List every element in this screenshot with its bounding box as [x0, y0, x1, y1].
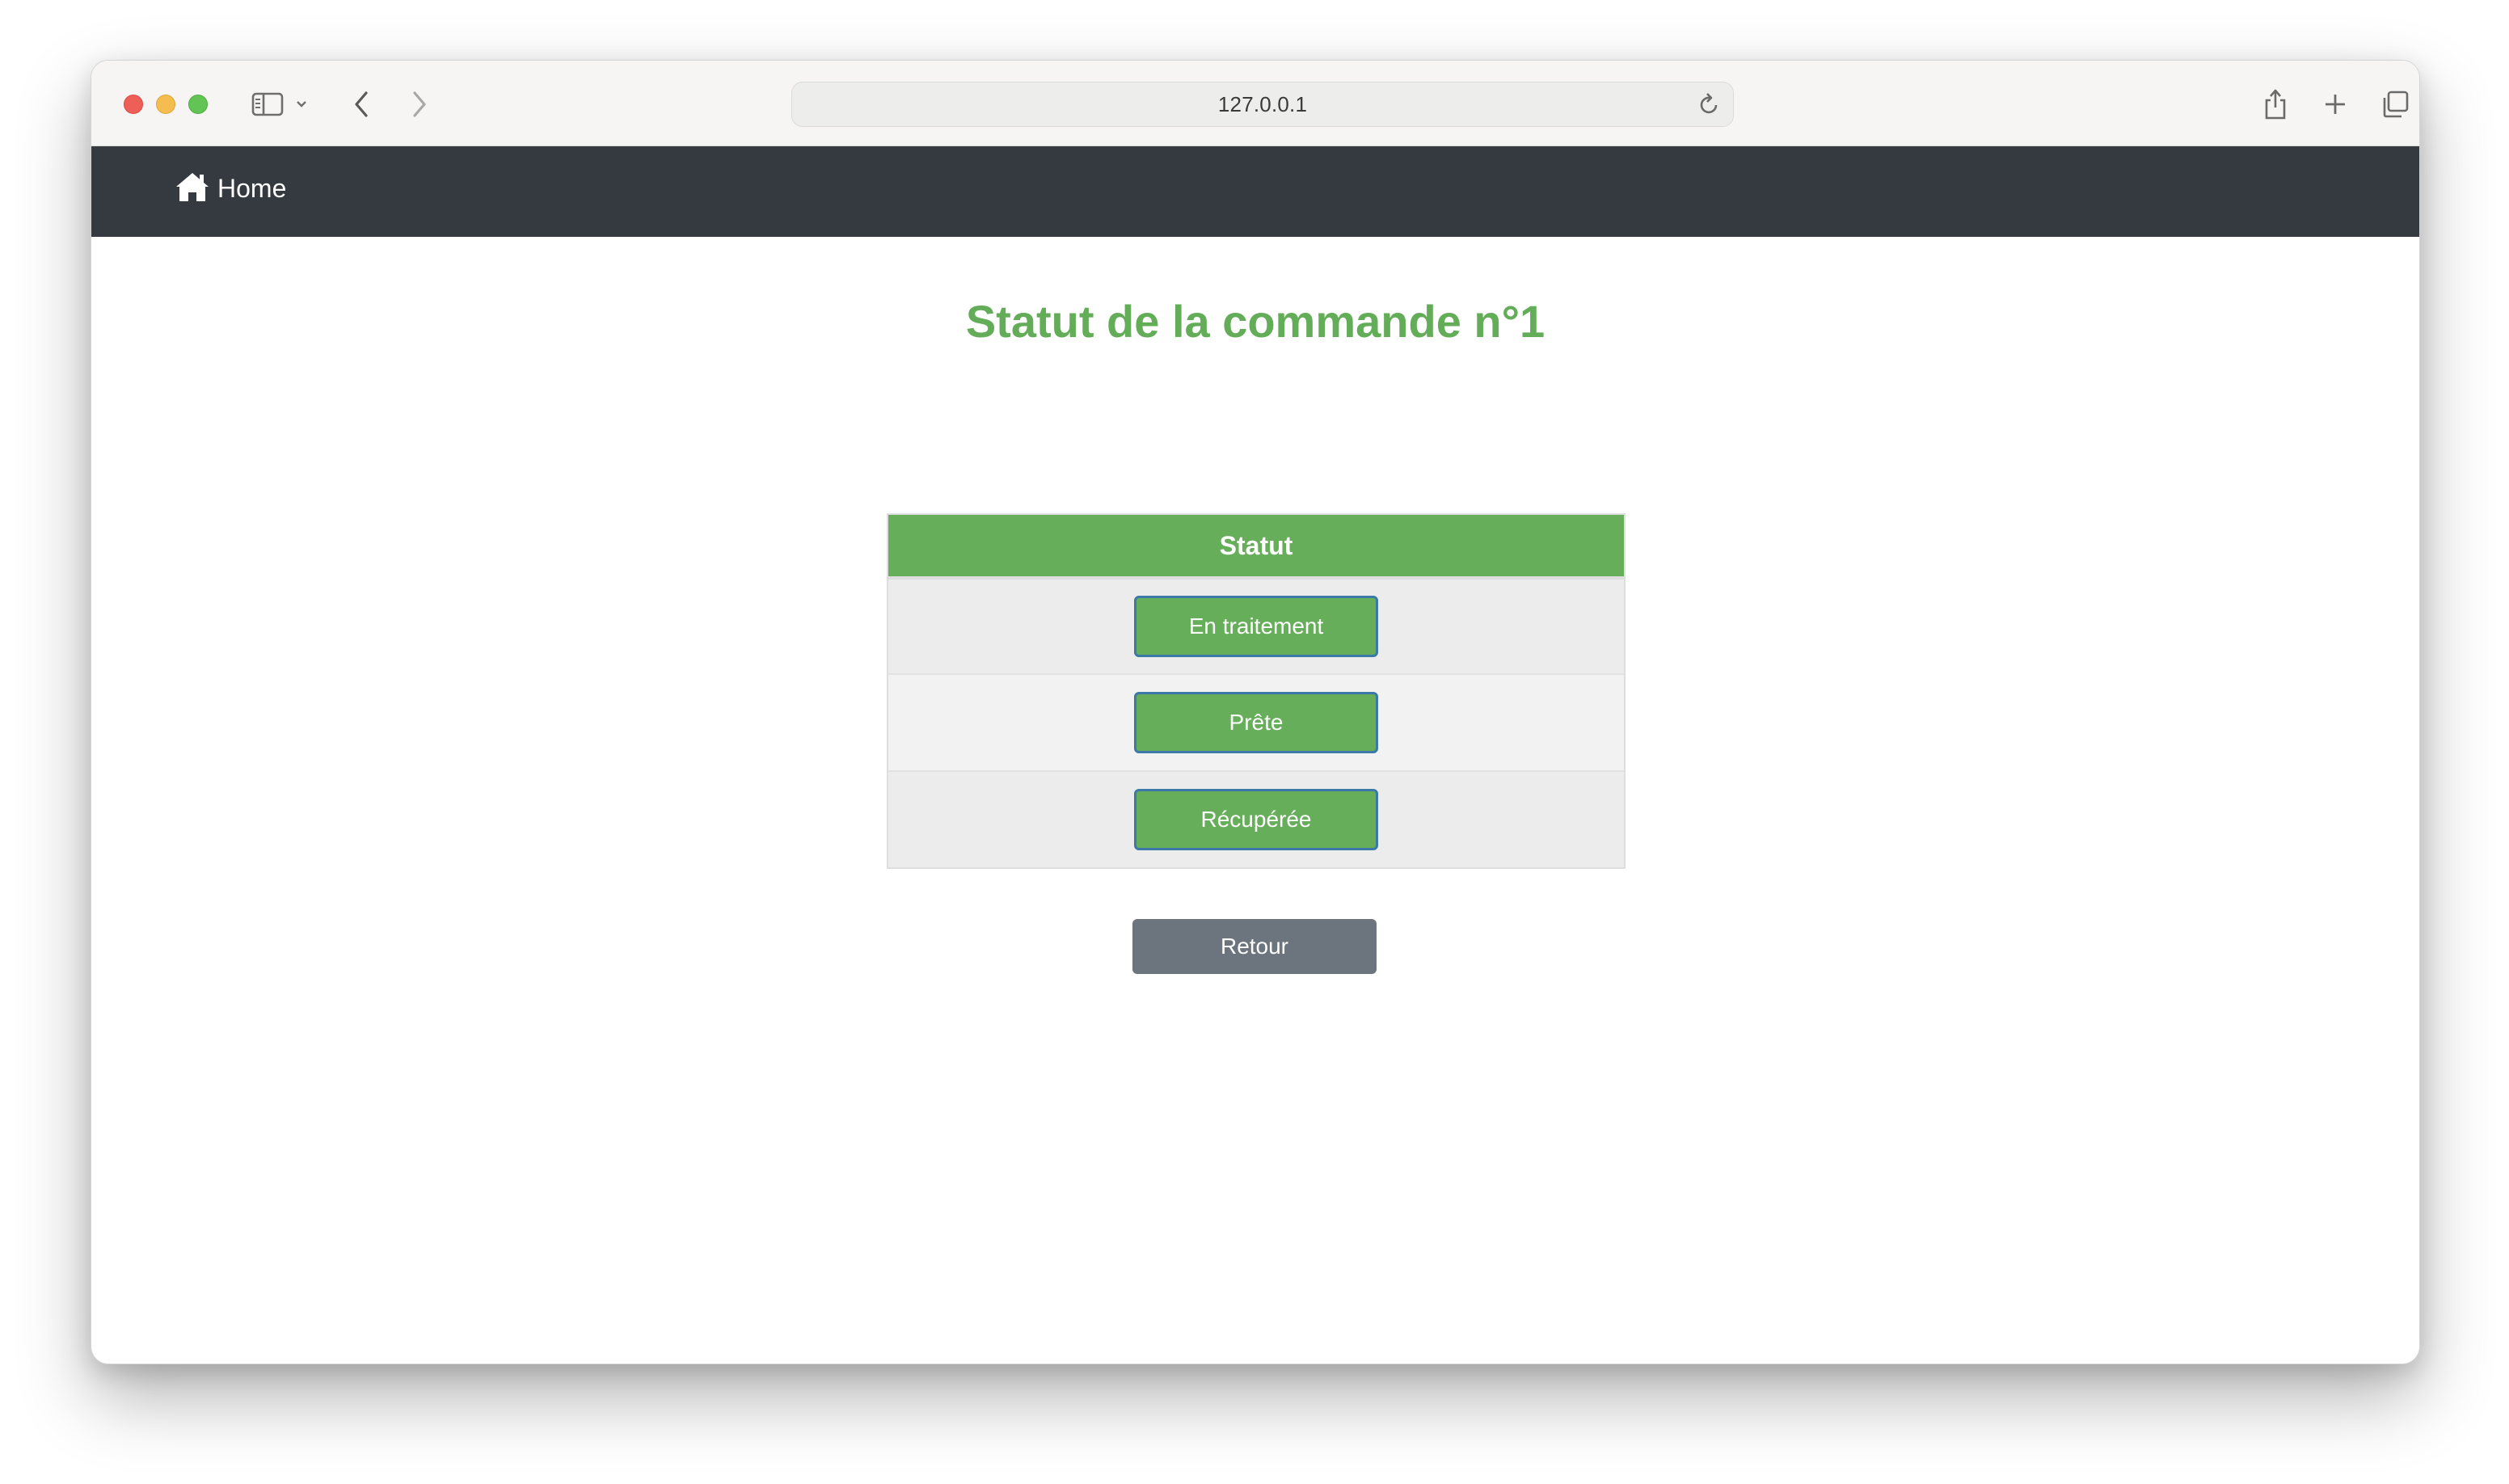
forward-icon[interactable]: [400, 85, 439, 124]
status-recuperee-button[interactable]: Récupérée: [1134, 789, 1378, 850]
status-en-traitement-button[interactable]: En traitement: [1134, 596, 1378, 657]
back-button[interactable]: Retour: [1132, 919, 1377, 974]
share-icon[interactable]: [2256, 85, 2295, 124]
tabs-overview-icon[interactable]: [2376, 85, 2414, 124]
back-icon[interactable]: [342, 85, 381, 124]
main-content: Statut de la commande n°1 Statut En trai…: [91, 237, 2419, 1364]
screenshot-stage: 127.0.0.1 Home Statut de la commande n°1…: [0, 0, 2509, 1484]
close-window-button[interactable]: [124, 95, 143, 114]
browser-titlebar: 127.0.0.1: [91, 61, 2419, 146]
table-row: Récupérée: [888, 770, 1624, 867]
maximize-window-button[interactable]: [188, 95, 208, 114]
chevron-down-icon[interactable]: [292, 85, 311, 124]
top-navbar: Home: [91, 146, 2419, 237]
minimize-window-button[interactable]: [156, 95, 175, 114]
address-bar[interactable]: 127.0.0.1: [791, 82, 1734, 127]
page-title: Statut de la commande n°1: [965, 296, 1545, 347]
status-table-header: Statut: [888, 515, 1624, 576]
home-icon: [174, 171, 211, 207]
reload-icon[interactable]: [1694, 89, 1725, 120]
home-link[interactable]: Home: [174, 171, 286, 207]
url-text: 127.0.0.1: [1217, 91, 1308, 116]
new-tab-icon[interactable]: [2316, 85, 2355, 124]
home-label: Home: [217, 174, 287, 203]
sidebar-icon[interactable]: [248, 85, 287, 124]
status-table: Statut En traitement Prête Récupérée: [887, 513, 1626, 869]
table-row: En traitement: [888, 576, 1624, 673]
table-row: Prête: [888, 673, 1624, 770]
status-prete-button[interactable]: Prête: [1134, 692, 1378, 753]
browser-window: 127.0.0.1 Home Statut de la commande n°1…: [91, 60, 2420, 1364]
